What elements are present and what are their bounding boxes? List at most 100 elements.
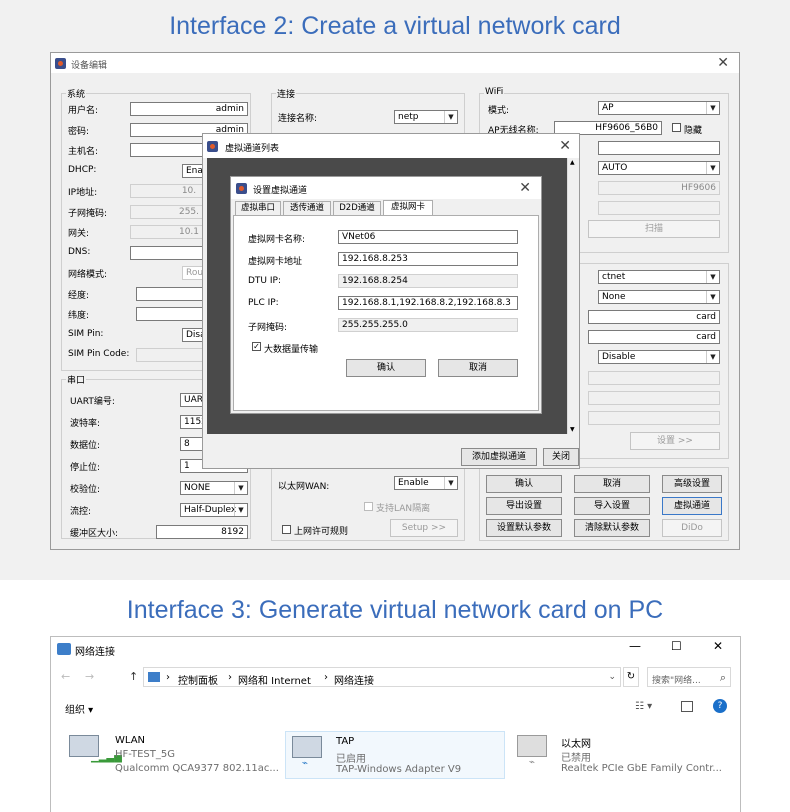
mode-disable-select[interactable]: Disable ▼ <box>598 350 720 364</box>
hostname-input[interactable] <box>130 143 210 157</box>
wifi-scan-button[interactable]: 扫描 <box>588 220 720 238</box>
flow-value: Half-Duplex <box>184 505 237 515</box>
buffer-label: 缓冲区大小: <box>70 529 119 539</box>
apn-select[interactable]: ctnet ▼ <box>598 270 720 284</box>
network-adapter-icon <box>517 735 547 757</box>
channel-list-titlebar: 虚拟通道列表 ✕ <box>203 134 579 158</box>
dtu-ip-input[interactable]: 192.168.8.254 <box>338 274 518 288</box>
flow-select[interactable]: Half-Duplex ▼ <box>180 503 248 517</box>
network-item-tap[interactable]: ⌁ TAP 已启用 TAP-Windows Adapter V9 <box>285 731 505 779</box>
password-label: 密码: <box>68 127 90 137</box>
scroll-down-icon[interactable]: ▼ <box>570 426 575 433</box>
advanced-button[interactable]: 高级设置 <box>662 475 722 493</box>
buffer-input[interactable]: 8192 <box>156 525 248 539</box>
plc-ip-label: PLC IP: <box>248 298 279 308</box>
cancel-button[interactable]: 取消 <box>574 475 650 493</box>
chevron-down-icon[interactable]: ⌄ <box>608 672 616 682</box>
maximize-icon[interactable]: ☐ <box>671 639 682 653</box>
close-icon[interactable]: ✕ <box>559 139 571 153</box>
nic-name-input[interactable]: VNet06 <box>338 230 518 244</box>
wifi-field-5[interactable]: HF9606 <box>598 181 720 195</box>
wifi-hide-checkbox[interactable] <box>672 123 681 132</box>
mobile-field-7[interactable] <box>588 391 720 405</box>
clear-default-button[interactable]: 清除默认参数 <box>574 519 650 537</box>
tab-transparent[interactable]: 透传通道 <box>283 201 331 215</box>
bigdata-checkbox[interactable]: ✓ <box>252 342 261 351</box>
search-box[interactable]: 搜索"网络... ⌕ <box>647 667 731 687</box>
tab-d2d[interactable]: D2D通道 <box>333 201 381 215</box>
item-adapter: Realtek PCIe GbE Family Contr... <box>561 763 722 774</box>
help-icon[interactable]: ? <box>713 699 727 713</box>
export-button[interactable]: 导出设置 <box>486 497 562 515</box>
setup-cancel-button[interactable]: 取消 <box>438 359 518 377</box>
conn-name-label: 连接名称: <box>278 114 318 124</box>
breadcrumb-network-connections[interactable]: 网络连接 <box>334 672 374 687</box>
nic-addr-label: 虚拟网卡地址 <box>248 257 303 267</box>
nic-addr-input[interactable]: 192.168.8.253 <box>338 252 518 266</box>
close-icon[interactable]: ✕ <box>717 56 729 70</box>
app-logo-icon <box>55 58 66 69</box>
username-input[interactable]: admin <box>130 102 248 116</box>
nic-name-label: 虚拟网卡名称: <box>248 235 306 245</box>
breadcrumb-network-internet[interactable]: 网络和 Internet <box>238 672 311 687</box>
set-default-button[interactable]: 设置默认参数 <box>486 519 562 537</box>
scroll-up-icon[interactable]: ▲ <box>570 159 575 166</box>
system-group-title: 系统 <box>66 87 87 100</box>
network-item-ethernet[interactable]: ⌁ 以太网 已禁用 Realtek PCIe GbE Family Contr.… <box>513 731 739 777</box>
nic-mask-input[interactable]: 255.255.255.0 <box>338 318 518 332</box>
close-icon[interactable]: ✕ <box>713 639 723 653</box>
add-channel-button[interactable]: 添加虚拟通道 <box>461 448 537 466</box>
ok-button[interactable]: 确认 <box>486 475 562 493</box>
mobile-setup-button[interactable]: 设置 >> <box>630 432 720 450</box>
network-item-wlan[interactable]: ▁▂▃▅ WLAN HF-TEST_5G Qualcomm QCA9377 80… <box>61 731 285 777</box>
app-logo-icon <box>236 183 247 194</box>
flow-label: 流控: <box>70 507 92 517</box>
bigdata-label: 大数据量传输 <box>264 345 319 355</box>
close-icon[interactable]: ✕ <box>519 181 531 195</box>
chevron-down-icon: ▼ <box>234 482 247 494</box>
scrollbar[interactable]: ▲ ▼ <box>567 158 578 434</box>
item-status: HF-TEST_5G <box>115 749 175 760</box>
close-channel-list-button[interactable]: 关闭 <box>543 448 579 466</box>
heading-interface-3: Interface 3: Generate virtual network ca… <box>126 596 664 624</box>
conn-setup-button[interactable]: Setup >> <box>390 519 458 537</box>
address-bar[interactable]: › 控制面板 › 网络和 Internet › 网络连接 ⌄ <box>143 667 621 687</box>
forward-icon[interactable]: → <box>85 671 94 683</box>
breadcrumb-control-panel[interactable]: 控制面板 <box>178 672 218 687</box>
mobile-field-8[interactable] <box>588 411 720 425</box>
wifi-field-6[interactable] <box>598 201 720 215</box>
eth-wan-select[interactable]: Enable ▼ <box>394 476 458 490</box>
back-icon[interactable]: ← <box>61 671 70 683</box>
view-options-icon[interactable]: ☷ ▾ <box>635 701 652 712</box>
import-button[interactable]: 导入设置 <box>574 497 650 515</box>
parity-select[interactable]: NONE ▼ <box>180 481 248 495</box>
setup-ok-button[interactable]: 确认 <box>346 359 426 377</box>
parity-label: 校验位: <box>70 485 101 495</box>
tab-virtual-nic[interactable]: 虚拟网卡 <box>383 200 433 215</box>
item-adapter: Qualcomm QCA9377 802.11ac... <box>115 763 279 774</box>
user-card-input[interactable]: card <box>588 310 720 324</box>
minimize-icon[interactable]: — <box>629 639 641 653</box>
plc-ip-input[interactable]: 192.168.8.1,192.168.8.2,192.168.8.3 <box>338 296 518 310</box>
item-name: WLAN <box>115 735 146 746</box>
refresh-icon[interactable]: ↻ <box>623 667 639 687</box>
up-icon[interactable]: ↑ <box>129 671 138 683</box>
mobile-field-6[interactable] <box>588 371 720 385</box>
preview-pane-icon[interactable] <box>681 701 693 712</box>
sim-pin-label: SIM Pin: <box>68 329 104 339</box>
upnet-rule-checkbox[interactable] <box>282 525 291 534</box>
chevron-down-icon: ▼ <box>706 102 719 114</box>
tab-virtual-serial[interactable]: 虚拟串口 <box>235 201 281 215</box>
wifi-mode-label: 模式: <box>488 106 510 116</box>
lan-isolation-checkbox[interactable] <box>364 502 373 511</box>
dido-button[interactable]: DiDo <box>662 519 722 537</box>
wifi-channel-select[interactable]: AUTO ▼ <box>598 161 720 175</box>
upnet-rule-label: 上网许可规则 <box>294 527 349 537</box>
wifi-field-3[interactable] <box>598 141 720 155</box>
conn-name-select[interactable]: netp ▼ <box>394 110 458 124</box>
auth-select[interactable]: None ▼ <box>598 290 720 304</box>
virtual-channel-button[interactable]: 虚拟通道 <box>662 497 722 515</box>
organize-menu[interactable]: 组织 ▾ <box>65 701 93 716</box>
wifi-mode-select[interactable]: AP ▼ <box>598 101 720 115</box>
pass-card-input[interactable]: card <box>588 330 720 344</box>
